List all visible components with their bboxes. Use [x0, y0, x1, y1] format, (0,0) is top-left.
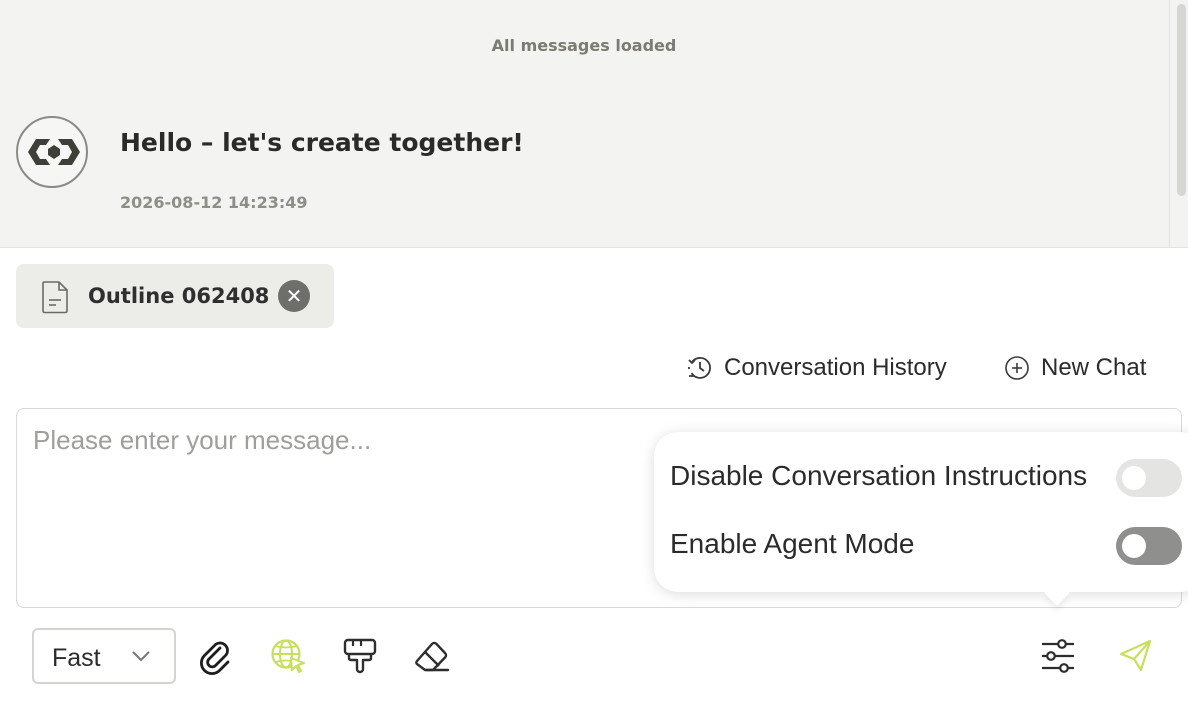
eraser-icon [415, 641, 450, 672]
assistant-message: Hello – let's create together! [120, 128, 524, 157]
style-brush-button[interactable] [340, 636, 380, 676]
disable-instructions-toggle[interactable] [1116, 459, 1182, 497]
plus-circle-icon [1005, 356, 1029, 380]
send-icon [1119, 639, 1152, 672]
disable-instructions-label: Disable Conversation Instructions [670, 460, 1088, 491]
web-search-button[interactable] [268, 636, 308, 676]
toggle-knob [1122, 466, 1146, 490]
chat-scrollbar[interactable] [1177, 4, 1186, 196]
clear-button[interactable] [412, 636, 452, 676]
model-speed-value: Fast [52, 644, 101, 672]
agent-mode-label: Enable Agent Mode [670, 528, 915, 559]
history-icon [688, 357, 711, 379]
new-chat-label: New Chat [1041, 354, 1147, 381]
attachment-name: Outline 062408 [88, 284, 270, 308]
document-icon [42, 281, 68, 314]
assistant-logo-icon [28, 139, 80, 165]
conversation-history-button[interactable]: Conversation History [686, 354, 947, 382]
message-list: All messages loaded Hello – let's create… [0, 0, 1188, 248]
all-loaded-note: All messages loaded [491, 36, 677, 55]
conversation-history-label: Conversation History [724, 354, 947, 381]
message-input[interactable] [33, 425, 653, 585]
sliders-icon [1042, 639, 1074, 673]
brush-icon [343, 638, 377, 674]
model-speed-select[interactable]: Fast [32, 628, 176, 684]
message-timestamp: 2026-08-12 14:23:49 [120, 193, 308, 212]
send-button[interactable] [1116, 636, 1156, 676]
chat-options-popover: Disable Conversation Instructions Enable… [654, 432, 1188, 592]
agent-mode-toggle[interactable] [1116, 527, 1182, 565]
assistant-avatar [16, 116, 88, 188]
globe-cursor-icon [271, 639, 305, 673]
new-chat-button[interactable]: New Chat [1003, 354, 1146, 382]
attachment-chip: Outline 062408 ✕ [16, 264, 334, 328]
chat-options-button[interactable] [1038, 636, 1078, 676]
chat-divider [1169, 0, 1170, 248]
chevron-down-icon [132, 651, 150, 662]
attach-file-button[interactable] [196, 636, 236, 676]
paperclip-icon [200, 641, 230, 675]
toggle-knob [1122, 534, 1146, 558]
remove-attachment-button[interactable]: ✕ [278, 280, 310, 312]
